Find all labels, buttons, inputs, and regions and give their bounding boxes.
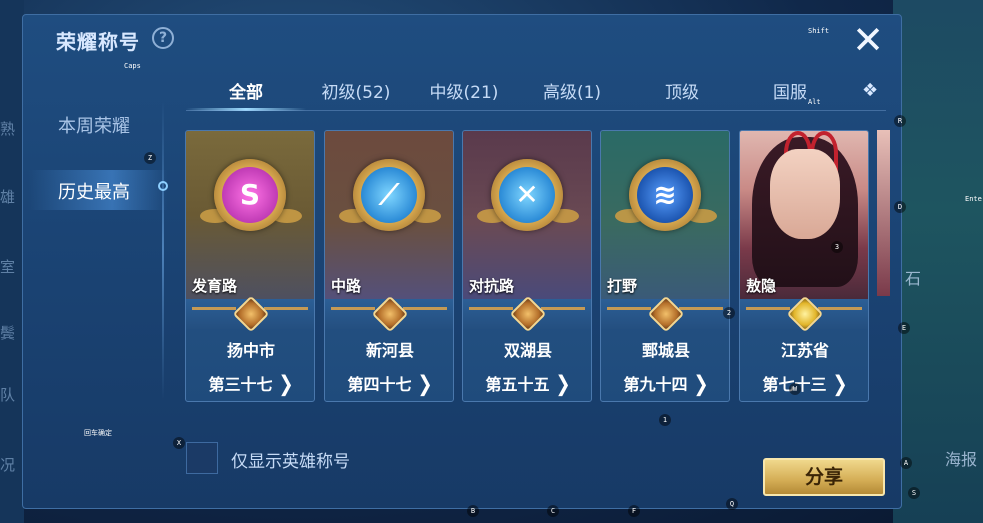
band-ornament (403, 307, 447, 310)
keybind-hint: Caps (124, 62, 141, 70)
selected-indicator-icon (158, 181, 168, 191)
keybind-hint: F (628, 505, 640, 517)
lane-label: 打野 (607, 277, 638, 295)
rank-link[interactable]: 第四十七 ❯ (325, 371, 453, 398)
keybind-hint: X (173, 437, 185, 449)
band-ornament (746, 307, 790, 310)
next-card-peek[interactable] (877, 130, 890, 296)
tab-advanced[interactable]: 高级(1) (516, 78, 628, 103)
keybind-hint: C (547, 505, 559, 517)
more-tabs-icon[interactable]: ❖ (862, 80, 878, 101)
band-ornament (818, 307, 862, 310)
tab-top[interactable]: 顶级 (626, 78, 738, 103)
keybind-hint: S (908, 487, 920, 499)
background-text: 队 (0, 386, 16, 404)
band-ornament (264, 307, 308, 310)
region-name: 江苏省 (780, 341, 829, 360)
band-ornament (607, 307, 651, 310)
tab-all[interactable]: 全部 (190, 78, 302, 103)
chevron-right-icon: ❯ (693, 371, 709, 398)
rank-link[interactable]: 第九十四 ❯ (601, 371, 729, 398)
keybind-hint: B (467, 505, 479, 517)
region-name: 扬中市 (226, 341, 275, 360)
background-right-strip (893, 0, 983, 523)
keybind-hint: 2 (723, 307, 735, 319)
checkbox-label[interactable]: 仅显示英雄称号 (231, 447, 350, 472)
title-card[interactable]: ✕ 对抗路 双湖县 第五十五 ❯ (462, 130, 592, 402)
keybind-hint: D (894, 201, 906, 213)
chevron-right-icon: ❯ (417, 371, 433, 398)
lane-label: 发育路 (192, 277, 238, 295)
rank-link[interactable]: 第五十五 ❯ (463, 371, 591, 398)
rank-link[interactable]: 第七十三 ❯ (740, 371, 868, 398)
band-ornament (469, 307, 513, 310)
keybind-hint: Q (726, 498, 738, 510)
help-icon[interactable]: ? (152, 27, 174, 49)
rank-text: 第九十四 (623, 375, 688, 394)
title-card[interactable]: ⟋ 中路 新河县 第四十七 ❯ (324, 130, 454, 402)
keybind-hint: W (789, 383, 801, 395)
sidebar-item-weekly-honor[interactable]: 本周荣耀 (58, 112, 130, 138)
band-ornament (679, 307, 723, 310)
tab-national[interactable]: 国服 (734, 78, 846, 103)
background-text: 熟 (0, 120, 16, 138)
title-card[interactable]: S 发育路 扬中市 第三十七 ❯ (185, 130, 315, 402)
share-button[interactable]: 分享 (763, 458, 885, 496)
keybind-hint: 1 (659, 414, 671, 426)
band-ornament (541, 307, 585, 310)
region-name: 新河县 (365, 341, 414, 360)
chevron-right-icon: ❯ (278, 371, 294, 398)
title-card[interactable]: ≋ 打野 鄄城县 第九十四 ❯ (600, 130, 730, 402)
keybind-hint: A (900, 457, 912, 469)
rank-text: 第三十七 (208, 375, 273, 394)
keybind-hint: Z (144, 152, 156, 164)
title-card-list: S 发育路 扬中市 第三十七 ❯ ⟋ 中路 新河县 第四十七 ❯ ✕ 对抗路 双… (185, 130, 890, 404)
tab-intermediate[interactable]: 中级(21) (408, 78, 520, 103)
dialog-title: 荣耀称号 (56, 30, 140, 54)
chevron-right-icon: ❯ (832, 371, 848, 398)
background-text: 室 (0, 258, 16, 276)
tabs-divider (186, 110, 886, 111)
tier-tabs: 全部 初级(52) 中级(21) 高级(1) 顶级 国服 (186, 78, 886, 111)
background-text: 石 (905, 269, 922, 288)
band-ornament (192, 307, 236, 310)
lane-label: 中路 (331, 277, 362, 295)
hero-face (770, 149, 840, 239)
sidebar-item-historical-best[interactable]: 历史最高 (58, 178, 130, 204)
band-ornament (331, 307, 375, 310)
keybind-hint: E (898, 322, 910, 334)
close-icon[interactable]: ✕ (850, 21, 886, 59)
mid-lane-emblem-icon: ⟋ (361, 167, 417, 223)
keybind-hint: R (894, 115, 906, 127)
hero-titles-only-checkbox[interactable] (186, 442, 218, 474)
background-text: 雄 (0, 188, 16, 206)
rank-link[interactable]: 第三十七 ❯ (186, 371, 314, 398)
keybind-hint: Enter (965, 195, 983, 203)
title-card[interactable]: 敖隐 江苏省 第七十三 ❯ (739, 130, 869, 402)
sidebar-divider (162, 100, 164, 400)
keybind-hint: Shift (808, 27, 830, 35)
hero-name-label: 敖隐 (746, 277, 777, 295)
chevron-right-icon: ❯ (555, 371, 571, 398)
tab-beginner[interactable]: 初级(52) (300, 78, 412, 103)
region-name: 双湖县 (503, 341, 552, 360)
clash-lane-emblem-icon: ✕ (499, 167, 555, 223)
keybind-hint: Alt (808, 98, 821, 106)
marksman-emblem-icon: S (222, 167, 278, 223)
jungle-emblem-icon: ≋ (637, 167, 693, 223)
background-text: 鬓 (0, 324, 16, 342)
poster-button[interactable]: 海报 (945, 446, 977, 470)
background-text: 况 (0, 456, 16, 474)
region-name: 鄄城县 (641, 341, 690, 360)
lane-label: 对抗路 (469, 277, 515, 295)
keybind-hint: 回车确定 (84, 429, 112, 437)
rank-text: 第五十五 (485, 375, 550, 394)
keybind-hint: 3 (831, 241, 843, 253)
rank-text: 第四十七 (347, 375, 412, 394)
